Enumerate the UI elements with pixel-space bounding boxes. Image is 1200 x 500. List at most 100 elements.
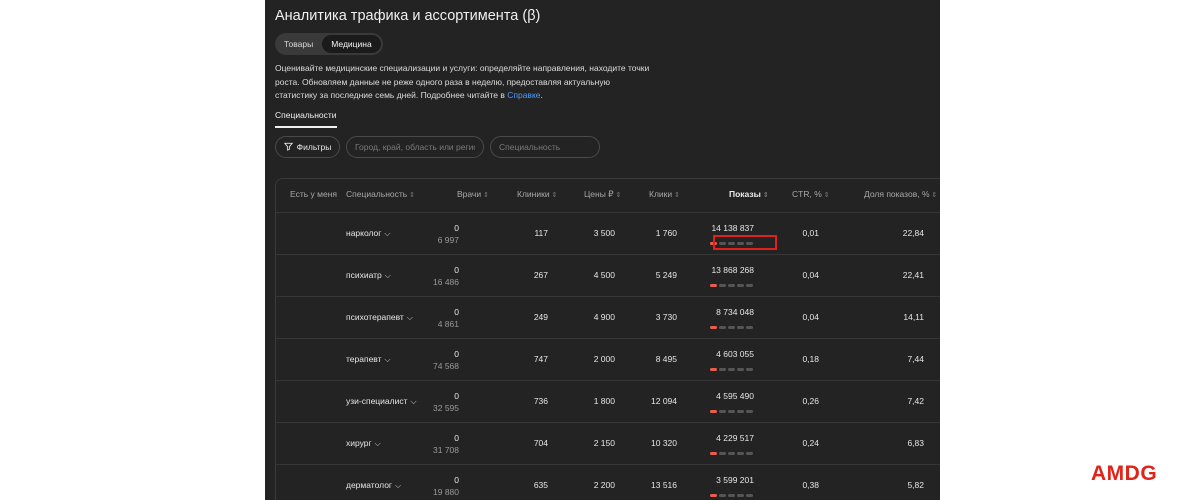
description-end: . [540,90,543,100]
col-prices[interactable]: Цены ₽ ⇕ [584,189,621,200]
col-ctr[interactable]: CTR, % ⇕ [792,189,830,199]
specialty-name: психиатр [346,270,382,280]
clicks-cell: 8 495 [655,354,677,364]
level-bar [737,326,744,329]
tab-products[interactable]: Товары [277,35,320,53]
competition-level [710,410,753,413]
specialty-cell[interactable]: психотерапевт ⌵ [346,312,413,323]
clinics-cell: 747 [533,354,548,364]
col-doctors[interactable]: Врачи ⇕ [457,189,489,199]
level-bar [746,284,753,287]
ctr-cell: 0,04 [802,270,819,280]
clicks-cell: 5 249 [655,270,677,280]
col-clinics-label: Клиники [517,189,550,199]
level-bar [710,284,717,287]
chevron-down-icon: ⌵ [384,271,391,280]
shows-cell: 8 734 048 [716,307,754,317]
help-link[interactable]: Справке [507,90,540,100]
table-row: нарколог ⌵ 0 6 997 117 3 500 1 760 14 138 837 0,… [276,213,940,255]
sort-icon: ⇕ [762,192,769,199]
brand-logo: AMDG [1091,462,1158,485]
level-bar [719,368,726,371]
level-bar [710,410,717,413]
share-cell: 5,82 [907,480,924,490]
doctors-total: 16 486 [433,277,459,287]
specialty-cell[interactable]: терапевт ⌵ [346,354,391,365]
filters-button-label: Фильтры [296,142,332,152]
chevron-down-icon: ⌵ [384,229,391,238]
tab-medicine[interactable]: Медицина [322,35,381,53]
specialty-cell[interactable]: хирург ⌵ [346,438,381,449]
doctors-mine: 0 [454,391,459,401]
region-input[interactable] [346,136,484,158]
subtab-specialties[interactable]: Специальности [275,110,337,128]
clicks-cell: 1 760 [655,228,677,238]
level-bar [746,452,753,455]
ctr-cell: 0,38 [802,480,819,490]
shows-cell: 13 868 268 [711,265,754,275]
table-row: узи-специалист ⌵ 0 32 595 736 1 800 12 094 4 59… [276,381,940,423]
ctr-cell: 0,01 [802,228,819,238]
table-row: психотерапевт ⌵ 0 4 861 249 4 900 3 730 8 734 0… [276,297,940,339]
doctors-mine: 0 [454,349,459,359]
col-clicks-label: Клики [649,189,673,199]
competition-level [710,368,753,371]
prices-cell: 4 500 [593,270,615,280]
competition-level [710,494,753,497]
doctors-total: 74 568 [433,361,459,371]
col-shows[interactable]: Показы ⇕ [729,189,769,199]
sort-icon: ⇕ [823,192,830,199]
shows-cell: 4 603 055 [716,349,754,359]
share-cell: 22,41 [902,270,924,280]
col-share-label: Доля показов, % [864,189,930,199]
ctr-cell: 0,26 [802,396,819,406]
clinics-cell: 267 [533,270,548,280]
sort-icon: ⇕ [615,192,622,199]
prices-cell: 2 200 [593,480,615,490]
competition-level [710,284,753,287]
clicks-cell: 10 320 [651,438,677,448]
clinics-cell: 704 [533,438,548,448]
level-bar [710,368,717,371]
shows-cell: 14 138 837 [711,223,754,233]
prices-cell: 4 900 [593,312,615,322]
doctors-total: 4 861 [437,319,459,329]
ctr-cell: 0,18 [802,354,819,364]
specialty-input[interactable] [490,136,600,158]
specialty-cell[interactable]: психиатр ⌵ [346,270,391,281]
col-clinics[interactable]: Клиники ⇕ [517,189,557,199]
col-share[interactable]: Доля показов, % ⇕ [864,189,937,199]
chevron-down-icon: ⌵ [374,439,381,448]
prices-cell: 2 150 [593,438,615,448]
doctors-mine: 0 [454,307,459,317]
level-bar [737,410,744,413]
table-row: терапевт ⌵ 0 74 568 747 2 000 8 495 4 603 055 0,… [276,339,940,381]
col-specialty[interactable]: Специальность ⇕ [346,189,415,199]
level-bar [710,326,717,329]
level-bar [746,494,753,497]
level-bar [719,494,726,497]
level-bar [710,452,717,455]
specialty-name: психотерапевт [346,312,404,322]
doctors-mine: 0 [454,475,459,485]
level-bar [728,284,735,287]
level-bar [719,284,726,287]
level-bar [737,452,744,455]
col-clicks[interactable]: Клики ⇕ [649,189,680,199]
specialty-cell[interactable]: узи-специалист ⌵ [346,396,417,407]
chevron-down-icon: ⌵ [395,481,402,490]
specialty-cell[interactable]: нарколог ⌵ [346,228,390,239]
chevron-down-icon: ⌵ [384,355,391,364]
filters-button[interactable]: Фильтры [275,136,340,158]
highlight-box [713,235,777,250]
analytics-app: Аналитика трафика и ассортимента (β) Тов… [265,0,940,500]
level-bar [728,410,735,413]
specialty-name: узи-специалист [346,396,408,406]
table-row: психиатр ⌵ 0 16 486 267 4 500 5 249 13 868 268 0… [276,255,940,297]
share-cell: 14,11 [903,312,924,322]
shows-cell: 4 595 490 [716,391,754,401]
specialty-cell[interactable]: дерматолог ⌵ [346,480,401,491]
doctors-mine: 0 [454,433,459,443]
share-cell: 7,44 [907,354,924,364]
prices-cell: 3 500 [593,228,615,238]
